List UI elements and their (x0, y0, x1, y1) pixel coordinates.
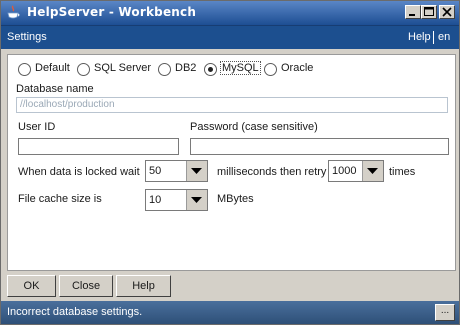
app-window: HelpServer - Workbench Settings Help en (0, 0, 460, 325)
retry-count-select[interactable]: 1000 (328, 160, 384, 182)
button-bar: OK Close Help (1, 273, 459, 299)
window-title: HelpServer - Workbench (27, 5, 197, 19)
settings-header: Settings Help en (1, 26, 459, 49)
chevron-down-icon (191, 197, 202, 203)
retry-count-value: 1000 (332, 165, 357, 177)
file-cache-value: 10 (149, 194, 162, 206)
radio-dot (208, 67, 213, 72)
java-cup-icon (7, 5, 20, 19)
section-title: Settings (7, 31, 47, 43)
lock-wait-label: When data is locked wait (18, 166, 140, 178)
times-label: times (389, 166, 416, 178)
dropdown-button[interactable] (186, 190, 207, 210)
radio-label: SQL Server (94, 62, 152, 74)
radio-label: MySQL (220, 61, 261, 75)
chevron-down-icon (367, 168, 378, 174)
language-link[interactable]: en (438, 31, 450, 43)
radio-label: DB2 (175, 62, 197, 74)
user-id-field[interactable] (18, 138, 179, 155)
dropdown-button[interactable] (186, 161, 207, 181)
status-more-button[interactable]: ... (435, 304, 455, 321)
radio-button[interactable] (18, 63, 31, 76)
file-cache-select[interactable]: 10 (145, 189, 208, 211)
radio-label: Default (35, 62, 70, 74)
wait-ms-select[interactable]: 50 (145, 160, 208, 182)
close-window-button[interactable] (439, 5, 455, 19)
radio-button-selected[interactable] (204, 63, 217, 76)
menu-divider (433, 31, 434, 44)
maximize-button[interactable] (421, 5, 437, 19)
minimize-icon (409, 14, 415, 16)
status-bar: Incorrect database settings. ... (1, 301, 459, 324)
retry-label: milliseconds then retry (217, 166, 327, 178)
help-link[interactable]: Help (408, 31, 431, 43)
file-cache-label: File cache size is (18, 193, 102, 205)
settings-panel: Default SQL Server DB2 MySQL Oracle Data… (7, 54, 456, 271)
radio-button[interactable] (264, 63, 277, 76)
minimize-button[interactable] (405, 5, 421, 19)
status-message: Incorrect database settings. (7, 306, 143, 318)
radio-label: Oracle (281, 62, 314, 74)
help-button[interactable]: Help (116, 275, 171, 297)
password-label: Password (case sensitive) (190, 121, 318, 133)
radio-button[interactable] (158, 63, 171, 76)
password-field[interactable] (190, 138, 449, 155)
dropdown-button[interactable] (362, 161, 383, 181)
database-name-label: Database name (16, 83, 94, 95)
user-id-label: User ID (18, 121, 56, 133)
ok-button[interactable]: OK (7, 275, 56, 297)
close-icon (442, 7, 452, 17)
mbytes-label: MBytes (217, 193, 254, 205)
database-name-field[interactable]: //localhost/production (16, 97, 448, 113)
wait-ms-value: 50 (149, 165, 162, 177)
radio-button[interactable] (77, 63, 90, 76)
maximize-icon (424, 7, 434, 16)
chevron-down-icon (191, 168, 202, 174)
close-button[interactable]: Close (59, 275, 113, 297)
title-bar[interactable]: HelpServer - Workbench (1, 1, 459, 26)
